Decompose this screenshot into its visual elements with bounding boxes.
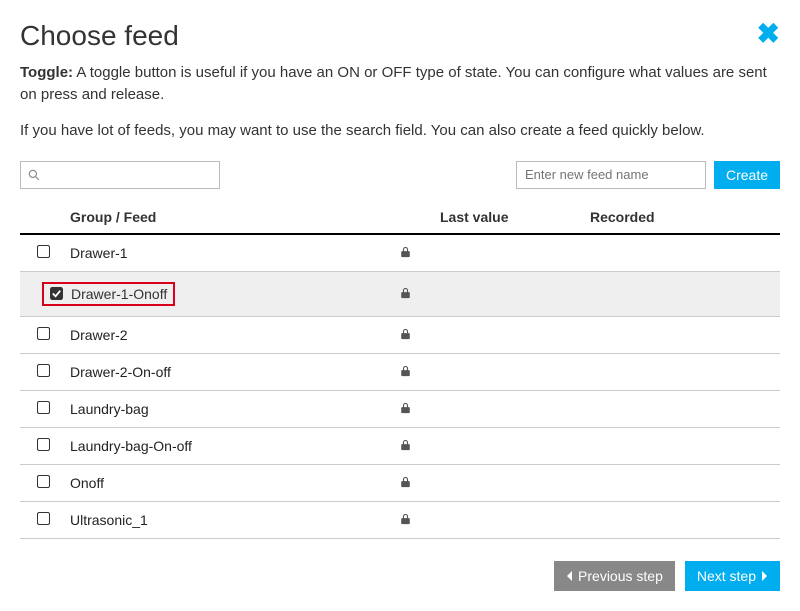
table-row[interactable]: Laundry-bag [20,390,780,427]
lock-icon [400,364,411,380]
last-value-cell [436,271,586,316]
highlighted-feed: Drawer-1-Onoff [42,282,175,306]
last-value-cell [436,464,586,501]
recorded-cell [586,271,780,316]
previous-step-button[interactable]: Previous step [554,561,675,591]
recorded-cell [586,464,780,501]
table-row[interactable]: Drawer-2-On-off [20,353,780,390]
description-text: Toggle: A toggle button is useful if you… [20,62,780,106]
search-input[interactable] [20,161,220,189]
table-row[interactable]: Drawer-1 [20,234,780,272]
lock-icon [400,438,411,454]
feed-checkbox[interactable] [37,327,50,340]
recorded-cell [586,390,780,427]
next-step-button[interactable]: Next step [685,561,780,591]
new-feed-input[interactable] [516,161,706,189]
feed-name: Ultrasonic_1 [70,512,148,528]
last-value-cell [436,353,586,390]
last-value-cell [436,501,586,538]
feed-checkbox[interactable] [37,438,50,451]
close-icon[interactable]: ✖ [757,20,780,48]
last-value-cell [436,316,586,353]
feed-name: Laundry-bag-On-off [70,438,192,454]
feed-checkbox[interactable] [37,475,50,488]
last-value-cell [436,390,586,427]
previous-step-label: Previous step [578,568,663,584]
search-icon [28,169,40,181]
recorded-cell [586,501,780,538]
chevron-left-icon [566,568,574,584]
lock-icon [400,245,411,261]
page-title: Choose feed [20,20,179,52]
chevron-right-icon [760,568,768,584]
table-row[interactable]: Onoff [20,464,780,501]
create-button[interactable]: Create [714,161,780,189]
description-body: A toggle button is useful if you have an… [20,64,767,103]
feed-checkbox[interactable] [37,364,50,377]
feed-name: Onoff [70,475,104,491]
table-row[interactable]: Drawer-2 [20,316,780,353]
table-row[interactable]: Drawer-1-Onoff [20,271,780,316]
lock-icon [400,327,411,343]
feeds-table: Group / Feed Last value Recorded Drawer-… [20,203,780,539]
col-header-last-value: Last value [436,203,586,234]
recorded-cell [586,316,780,353]
lock-icon [400,512,411,528]
feed-name: Drawer-2-On-off [70,364,171,380]
feed-name: Drawer-1 [70,245,128,261]
feed-checkbox[interactable] [37,245,50,258]
feed-checkbox[interactable] [37,512,50,525]
table-row[interactable]: Ultrasonic_1 [20,501,780,538]
last-value-cell [436,234,586,272]
feed-name: Drawer-1-Onoff [71,286,167,302]
col-header-recorded: Recorded [586,203,780,234]
feed-checkbox[interactable] [37,401,50,414]
hint-text: If you have lot of feeds, you may want t… [20,122,780,139]
feed-checkbox[interactable] [50,287,63,300]
lock-icon [400,401,411,417]
lock-icon [400,286,411,302]
last-value-cell [436,427,586,464]
toggle-label: Toggle: [20,64,73,81]
next-step-label: Next step [697,568,756,584]
recorded-cell [586,427,780,464]
search-wrap [20,161,220,189]
feed-name: Drawer-2 [70,327,128,343]
col-header-group-feed: Group / Feed [66,203,396,234]
table-row[interactable]: Laundry-bag-On-off [20,427,780,464]
recorded-cell [586,234,780,272]
feed-name: Laundry-bag [70,401,149,417]
lock-icon [400,475,411,491]
recorded-cell [586,353,780,390]
